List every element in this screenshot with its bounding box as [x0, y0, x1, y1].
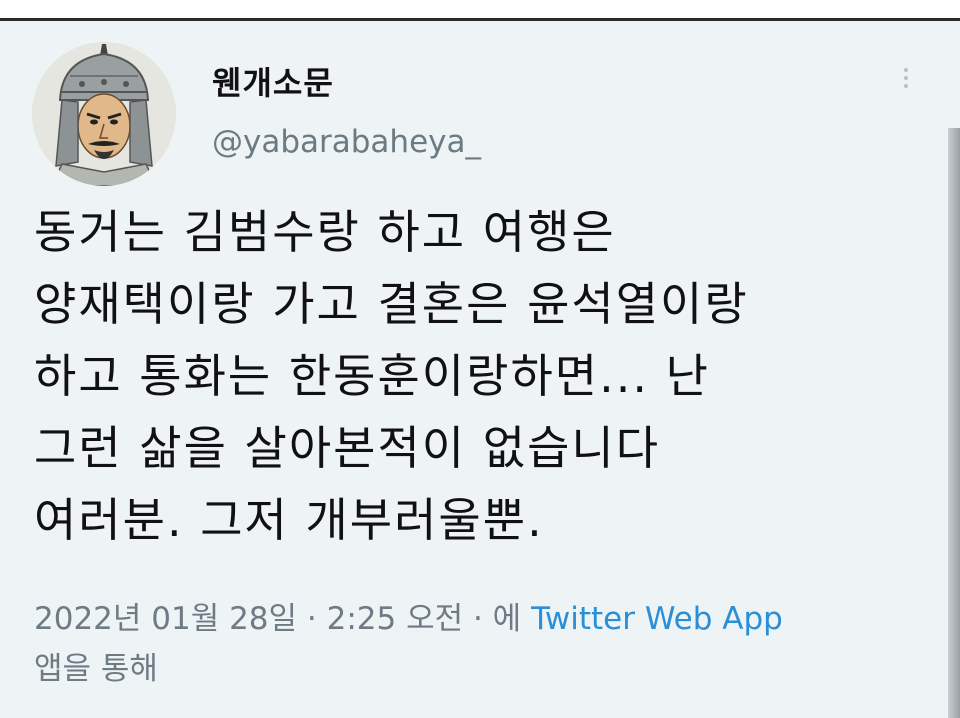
tweet-text-line: 하고 통화는 한동훈이랑하면... 난 [34, 349, 710, 403]
more-options-icon[interactable] [892, 64, 920, 102]
tweet-timestamp[interactable]: 2022년 01월 28일 · 2:25 오전 · 에 [34, 601, 521, 637]
tweet-screenshot: 웬개소문 @yabarabaheya_ 동거는 김범수랑 하고 여행은 양재택이… [0, 0, 960, 718]
top-divider [0, 18, 960, 21]
general-portrait-icon [32, 42, 176, 186]
tweet-source-link[interactable]: Twitter Web App [531, 601, 783, 637]
tweet-meta: 2022년 01월 28일 · 2:25 오전 · 에 Twitter Web … [34, 594, 924, 694]
tweet-meta-line: 2022년 01월 28일 · 2:25 오전 · 에 Twitter Web … [34, 594, 924, 644]
top-white-strip [0, 0, 960, 18]
display-name[interactable]: 웬개소문 [212, 58, 334, 104]
tweet-text-line: 여러분. 그저 개부러울뿐. [34, 493, 544, 547]
user-handle[interactable]: @yabarabaheya_ [212, 124, 481, 160]
right-edge-shadow [948, 128, 960, 718]
tweet-text: 동거는 김범수랑 하고 여행은 양재택이랑 가고 결혼은 윤석열이랑 하고 통화… [34, 196, 914, 556]
avatar[interactable] [32, 42, 176, 186]
tweet-text-line: 그런 삶을 살아본적이 없습니다 [34, 421, 661, 475]
tweet-via-suffix: 앱을 통해 [34, 651, 158, 687]
tweet-text-line: 동거는 김범수랑 하고 여행은 [34, 205, 616, 259]
tweet-text-line: 양재택이랑 가고 결혼은 윤석열이랑 [34, 277, 749, 331]
